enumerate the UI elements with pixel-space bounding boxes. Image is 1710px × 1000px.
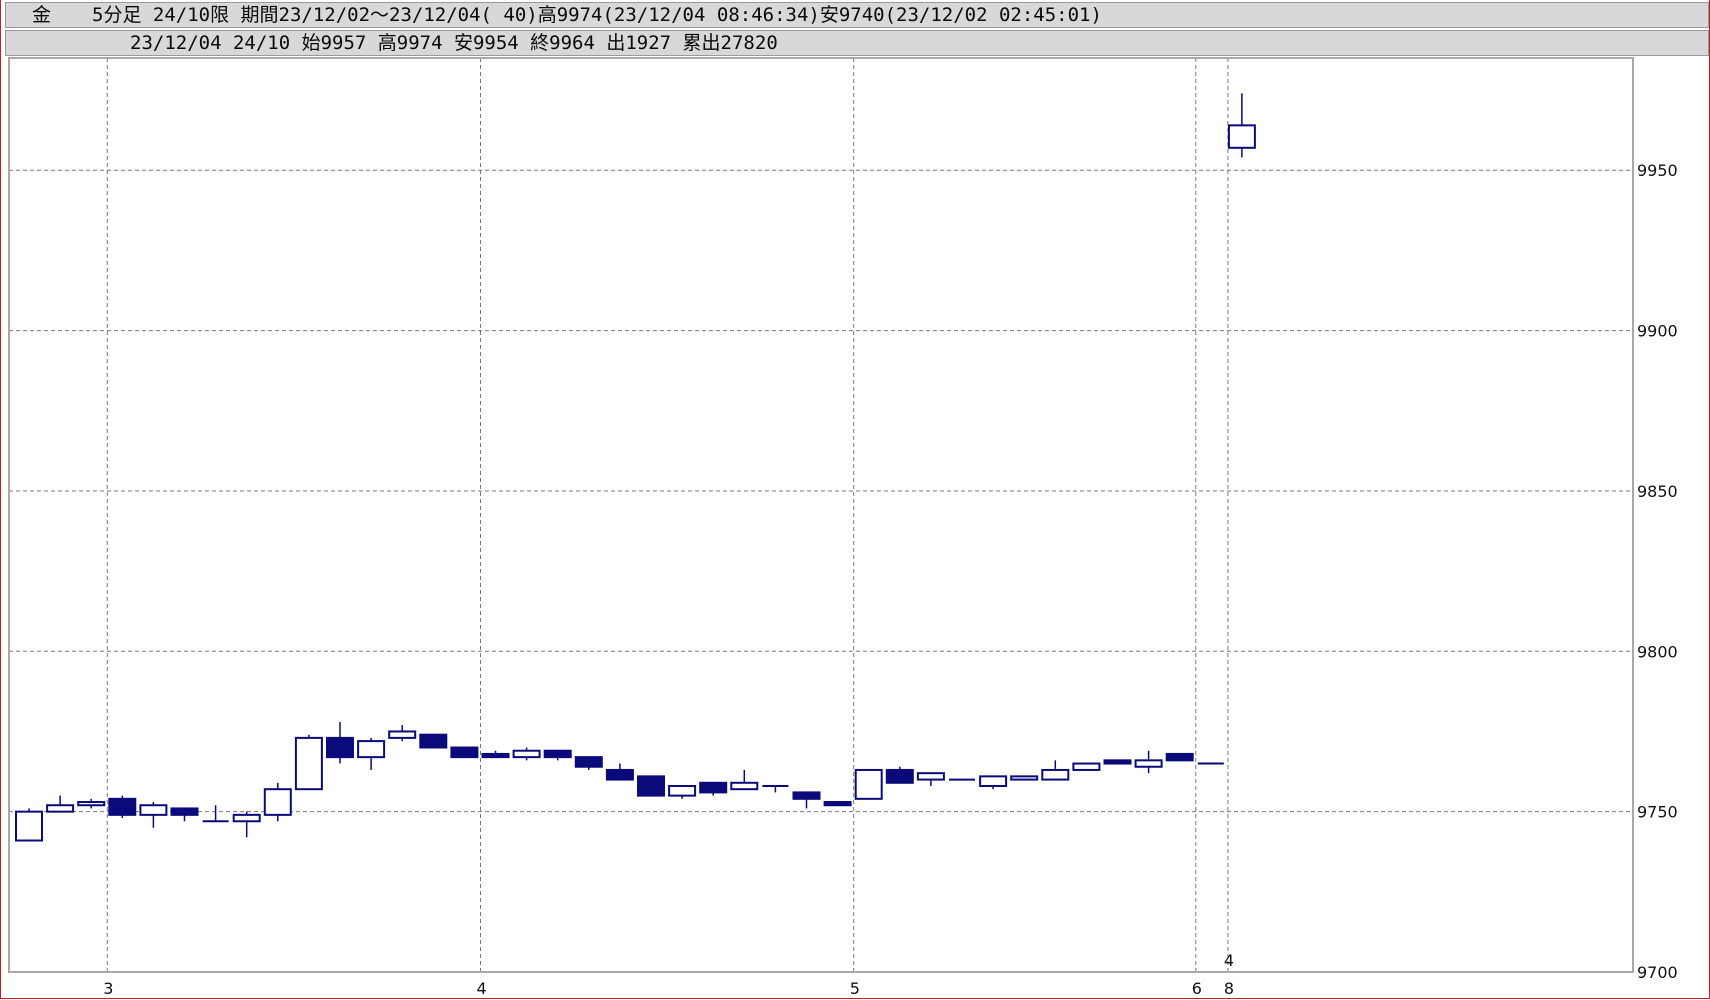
- candle-body: [854, 768, 883, 800]
- candle[interactable]: [730, 769, 759, 791]
- candle[interactable]: [202, 805, 229, 823]
- candle[interactable]: [46, 795, 75, 813]
- y-tick-label: 9750: [1637, 803, 1678, 822]
- y-tick-label: 9850: [1637, 482, 1678, 501]
- y-tick-label: 9800: [1637, 642, 1678, 661]
- y-tick-label: 9700: [1637, 963, 1678, 982]
- candle[interactable]: [388, 725, 417, 742]
- candle[interactable]: [1227, 93, 1256, 158]
- candle-body: [1010, 775, 1039, 781]
- grid-lines: [9, 58, 1633, 972]
- candle[interactable]: [419, 733, 448, 749]
- candle-body: [1103, 759, 1132, 765]
- candle-body: [1041, 768, 1070, 781]
- candle-body: [730, 781, 759, 791]
- candle-body: [481, 752, 510, 759]
- candle[interactable]: [481, 750, 510, 759]
- candle-body: [77, 801, 106, 807]
- candle[interactable]: [979, 775, 1008, 790]
- candle[interactable]: [668, 784, 697, 799]
- candle[interactable]: [1041, 760, 1070, 781]
- candle[interactable]: [512, 747, 541, 761]
- candle[interactable]: [326, 721, 354, 764]
- candle[interactable]: [823, 801, 852, 807]
- candle-body: [699, 781, 728, 794]
- y-tick-label: 9900: [1637, 322, 1678, 341]
- candle[interactable]: [762, 784, 789, 793]
- candle-body: [326, 736, 354, 759]
- axes: 9700 9750 9800 9850 9900 9950 3 4 5 6 4 8: [8, 57, 1678, 998]
- candle[interactable]: [1103, 759, 1132, 765]
- candle-body: [46, 804, 75, 813]
- candle-body: [916, 772, 945, 781]
- candle-body: [139, 804, 168, 816]
- candle-body: [108, 797, 137, 816]
- candle-body: [1134, 759, 1163, 768]
- candle[interactable]: [854, 768, 883, 800]
- x-tick-label: 3: [103, 979, 113, 998]
- candle[interactable]: [1134, 750, 1163, 774]
- candlestick-chart[interactable]: 9700 9750 9800 9850 9900 9950 3 4 5 6 4 8: [1, 0, 1710, 1000]
- candle-body: [170, 807, 199, 816]
- chart-window: 金 5分足 24/10限 期間23/12/02～23/12/04( 40)高99…: [0, 0, 1710, 999]
- candle-body: [512, 749, 541, 759]
- candle[interactable]: [1072, 762, 1101, 771]
- candle-body: [574, 756, 603, 768]
- y-tick-label: 9950: [1637, 161, 1678, 180]
- candle[interactable]: [170, 807, 199, 822]
- candle[interactable]: [699, 781, 728, 796]
- candle[interactable]: [450, 746, 479, 759]
- x-tick-label: 5: [850, 979, 860, 998]
- candle[interactable]: [139, 802, 168, 828]
- candle-body: [637, 775, 665, 797]
- candle[interactable]: [77, 798, 106, 809]
- candle[interactable]: [263, 782, 292, 822]
- candle[interactable]: [294, 734, 323, 791]
- candle-body: [668, 784, 697, 797]
- candle-body: [1072, 762, 1101, 771]
- candle[interactable]: [792, 791, 821, 809]
- candle-body: [419, 733, 448, 749]
- candle-body: [885, 768, 914, 784]
- candle-body: [294, 736, 323, 791]
- candle-body: [263, 788, 292, 816]
- candle-body: [792, 791, 821, 800]
- candle[interactable]: [574, 756, 603, 770]
- candle[interactable]: [885, 766, 914, 784]
- candle[interactable]: [1165, 752, 1194, 762]
- candle-body: [1165, 752, 1194, 762]
- x-tick-label: 6: [1192, 979, 1202, 998]
- candle-body: [605, 768, 634, 781]
- candle-body: [979, 775, 1008, 787]
- session-marker-top: 4: [1224, 951, 1234, 970]
- candle[interactable]: [916, 772, 945, 786]
- candle-body: [823, 801, 852, 807]
- candle[interactable]: [1010, 775, 1039, 781]
- candle[interactable]: [543, 749, 572, 761]
- candle[interactable]: [637, 775, 665, 797]
- candle[interactable]: [605, 763, 634, 781]
- candle-body: [388, 730, 417, 739]
- candle[interactable]: [108, 795, 137, 819]
- candle[interactable]: [232, 811, 261, 838]
- candle-body: [450, 746, 479, 759]
- candle[interactable]: [15, 808, 43, 842]
- candle-series: [15, 93, 1256, 842]
- candle-body: [543, 749, 572, 759]
- candle-body: [357, 740, 386, 759]
- plot-border: [8, 57, 1634, 973]
- candle[interactable]: [357, 737, 386, 770]
- session-marker-bottom: 8: [1224, 979, 1234, 998]
- x-tick-label: 4: [477, 979, 487, 998]
- candle-body: [15, 810, 43, 842]
- candle-body: [232, 813, 261, 823]
- candle-body: [1227, 124, 1256, 149]
